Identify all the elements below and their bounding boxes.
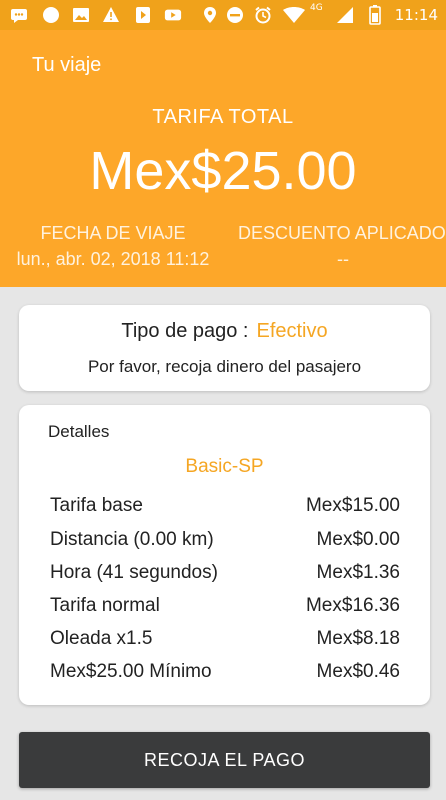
total-fare-amount: Mex$25.00 — [89, 141, 357, 201]
fare-row: Hora (41 segundos) Mex$1.36 — [50, 562, 400, 588]
fare-row-value: Mex$0.00 — [316, 529, 400, 550]
do-not-disturb-icon — [226, 6, 244, 24]
circle-icon — [42, 6, 60, 24]
warning-icon — [102, 6, 120, 24]
fare-row-value: Mex$15.00 — [305, 495, 400, 516]
fare-row-label: Mex$25.00 Mínimo — [50, 661, 212, 682]
payment-type-label: Tipo de pago : — [121, 320, 249, 342]
clock: 11:14 — [394, 6, 438, 24]
payment-type-value: Efectivo — [256, 320, 328, 342]
fare-row-label: Distancia (0.00 km) — [50, 529, 214, 550]
battery-icon — [366, 5, 384, 25]
play-store-icon — [134, 6, 152, 24]
fare-row-label: Tarifa base — [50, 495, 143, 516]
discount-label: DESCUENTO APLICADO — [238, 223, 446, 243]
trip-summary-header: Tu viaje TARIFA TOTAL Mex$25.00 FECHA DE… — [0, 30, 446, 287]
signal-icon — [336, 6, 354, 24]
youtube-icon — [164, 6, 182, 24]
messages-icon — [10, 6, 28, 24]
payment-card: Tipo de pago : Efectivo Por favor, recoja… — [19, 305, 430, 391]
fare-row: Distancia (0.00 km) Mex$0.00 — [50, 529, 400, 555]
trip-date-label: FECHA DE VIAJE — [40, 223, 186, 243]
details-title: Detalles — [48, 422, 110, 441]
fare-row-label: Tarifa normal — [50, 595, 160, 616]
wifi-icon — [282, 6, 306, 24]
trip-date-value: lun., abr. 02, 2018 11:12 — [16, 249, 210, 269]
service-type: Basic-SP — [185, 456, 264, 477]
payment-instruction: Por favor, recoja dinero del pasajero — [87, 357, 362, 376]
fare-row-value: Mex$8.18 — [316, 628, 400, 649]
fare-row-value: Mex$16.36 — [305, 595, 400, 616]
payment-type-row: Tipo de pago : Efectivo — [19, 320, 430, 343]
fare-row: Oleada x1.5 Mex$8.18 — [50, 628, 400, 654]
fare-row-value: Mex$1.36 — [316, 562, 400, 583]
fare-row-label: Hora (41 segundos) — [50, 562, 218, 583]
alarm-icon — [254, 6, 272, 24]
fare-row-value: Mex$0.46 — [316, 661, 400, 682]
page-title: Tu viaje — [32, 54, 102, 76]
gallery-icon — [72, 6, 90, 24]
discount-value: -- — [337, 249, 349, 269]
fare-row: Tarifa normal Mex$16.36 — [50, 595, 400, 621]
network-type: 4G — [310, 3, 323, 13]
collect-payment-button[interactable]: RECOJA EL PAGO — [19, 732, 430, 788]
fare-row-label: Oleada x1.5 — [50, 628, 153, 649]
location-icon — [201, 6, 219, 24]
status-bar: 4G 11:14 — [0, 0, 446, 30]
fare-details-card: Detalles Basic-SP Tarifa base Mex$15.00 … — [19, 405, 430, 705]
total-fare-label: TARIFA TOTAL — [152, 106, 294, 128]
fare-row: Mex$25.00 Mínimo Mex$0.46 — [50, 661, 400, 687]
fare-row: Tarifa base Mex$15.00 — [50, 495, 400, 521]
